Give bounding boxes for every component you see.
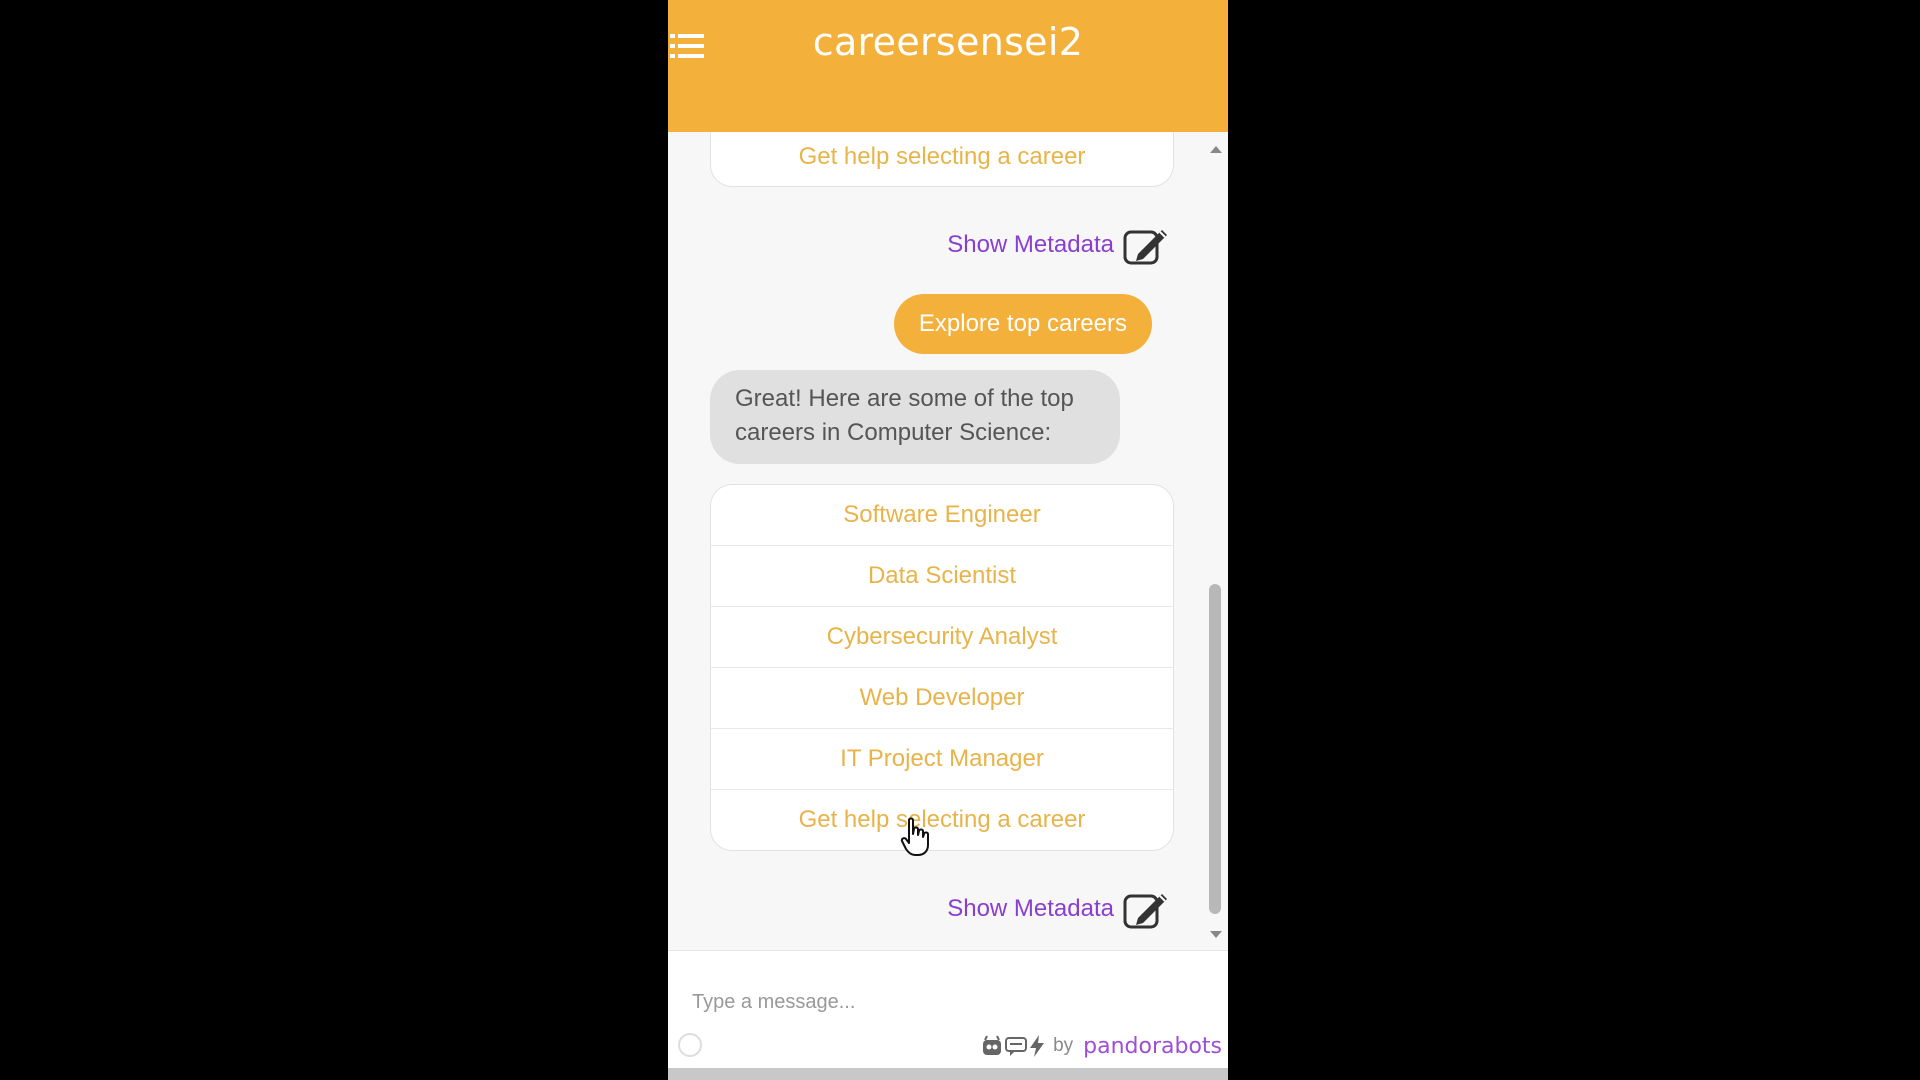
quick-reply-list: Software Engineer Data Scientist Cyberse…	[710, 484, 1174, 851]
quick-reply-cybersecurity-analyst[interactable]: Cybersecurity Analyst	[711, 606, 1173, 667]
pandorabots-logo: pandorabots	[1083, 1033, 1222, 1059]
show-metadata-label: Show Metadata	[947, 231, 1114, 258]
user-message-bubble: Explore top careers	[893, 294, 1152, 354]
brand-by-label: by	[1053, 1035, 1074, 1056]
edit-note-icon[interactable]	[1122, 224, 1170, 266]
scroll-down-arrow-icon[interactable]	[1210, 931, 1222, 938]
brand-icons	[981, 1035, 1045, 1057]
bot-message-bubble: Great! Here are some of the top careers …	[710, 370, 1120, 464]
lightning-icon	[1030, 1035, 1045, 1057]
edit-note-icon[interactable]	[1122, 888, 1170, 930]
message-input[interactable]	[690, 981, 1194, 1023]
show-metadata-link[interactable]: Show Metadata	[947, 224, 1170, 266]
quick-reply-web-developer[interactable]: Web Developer	[711, 667, 1173, 728]
emoji-icon[interactable]	[678, 1033, 702, 1057]
bot-title: careersensei2	[812, 20, 1084, 64]
quick-reply-get-help-previous[interactable]: Get help selecting a career	[710, 132, 1174, 187]
quick-reply-software-engineer[interactable]: Software Engineer	[711, 485, 1173, 545]
powered-by-badge[interactable]: by pandorabots	[981, 1031, 1222, 1061]
chat-bubble-icon	[1005, 1037, 1028, 1056]
scroll-up-arrow-icon[interactable]	[1210, 146, 1222, 153]
show-metadata-link[interactable]: Show Metadata	[947, 888, 1170, 930]
show-metadata-label: Show Metadata	[947, 895, 1114, 922]
window-bottom-edge	[668, 1068, 1228, 1080]
quick-reply-it-project-manager[interactable]: IT Project Manager	[711, 728, 1173, 789]
scrollbar[interactable]	[1207, 146, 1223, 938]
message-list[interactable]: Get help selecting a career Show Metadat…	[668, 132, 1228, 950]
scrollbar-thumb[interactable]	[1209, 584, 1221, 914]
chat-header: careersensei2	[668, 0, 1228, 132]
message-composer: by pandorabots	[668, 950, 1228, 1080]
chat-widget: careersensei2 Get help selecting a caree…	[668, 0, 1228, 1080]
robot-icon	[983, 1035, 1002, 1055]
quick-reply-get-help[interactable]: Get help selecting a career	[711, 789, 1173, 850]
quick-reply-data-scientist[interactable]: Data Scientist	[711, 545, 1173, 606]
